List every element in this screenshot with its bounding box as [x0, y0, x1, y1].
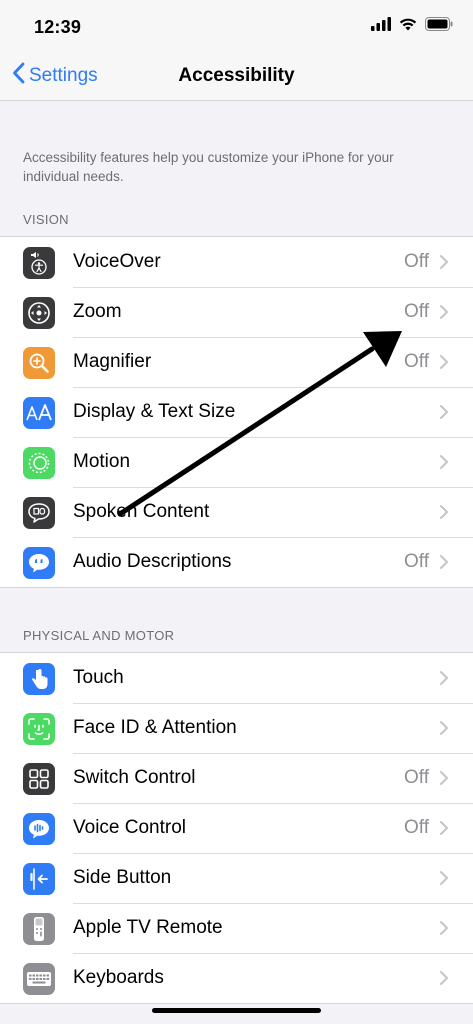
zoom-icon	[23, 297, 55, 329]
status-icons	[371, 17, 453, 36]
motion-icon	[23, 447, 55, 479]
status-time: 12:39	[34, 17, 82, 37]
keyboard-icon	[23, 963, 55, 995]
row-label: Voice Control	[73, 817, 187, 838]
home-indicator[interactable]	[152, 1008, 321, 1013]
row-label: VoiceOver	[73, 251, 161, 272]
switch-control-icon	[23, 763, 55, 795]
side-button-icon	[23, 863, 55, 895]
row-motion[interactable]: Motion	[0, 437, 473, 487]
voiceover-icon	[23, 247, 55, 279]
row-keyboards[interactable]: Keyboards	[0, 953, 473, 1003]
row-spoken-content[interactable]: Spoken Content	[0, 487, 473, 537]
row-value: Off	[404, 767, 429, 788]
row-label: Keyboards	[73, 967, 164, 988]
apple-tv-remote-icon	[23, 913, 55, 945]
row-magnifier[interactable]: Magnifier Off	[0, 337, 473, 387]
row-label: Audio Descriptions	[73, 551, 232, 572]
cellular-signal-icon	[371, 17, 391, 36]
row-voice-control[interactable]: Voice Control Off	[0, 803, 473, 853]
section-header-physical-motor: PHYSICAL AND MOTOR	[23, 628, 175, 643]
row-label: Touch	[73, 667, 124, 688]
chevron-right-icon	[440, 871, 448, 885]
row-apple-tv-remote[interactable]: Apple TV Remote	[0, 903, 473, 953]
row-label: Side Button	[73, 867, 172, 888]
row-side-button[interactable]: Side Button	[0, 853, 473, 903]
chevron-right-icon	[440, 255, 448, 269]
chevron-right-icon	[440, 405, 448, 419]
row-label: Display & Text Size	[73, 401, 236, 422]
wifi-icon	[399, 17, 417, 36]
chevron-right-icon	[440, 355, 448, 369]
row-touch[interactable]: Touch	[0, 653, 473, 703]
row-label: Face ID & Attention	[73, 717, 237, 738]
touch-icon	[23, 663, 55, 695]
battery-icon	[425, 17, 453, 36]
row-value: Off	[404, 251, 429, 272]
row-zoom[interactable]: Zoom Off	[0, 287, 473, 337]
display-text-size-icon	[23, 397, 55, 429]
chevron-right-icon	[440, 771, 448, 785]
chevron-right-icon	[440, 921, 448, 935]
chevron-right-icon	[440, 555, 448, 569]
face-id-icon	[23, 713, 55, 745]
row-audio-descriptions[interactable]: Audio Descriptions Off	[0, 537, 473, 587]
spoken-content-icon	[23, 497, 55, 529]
row-label: Magnifier	[73, 351, 152, 372]
audio-descriptions-icon	[23, 547, 55, 579]
navigation-bar: Settings Accessibility	[0, 52, 473, 101]
chevron-right-icon	[440, 671, 448, 685]
row-value: Off	[404, 551, 429, 572]
page-title: Accessibility	[178, 65, 295, 86]
row-value: Off	[404, 301, 429, 322]
row-value: Off	[404, 351, 429, 372]
row-label: Spoken Content	[73, 501, 210, 522]
magnifier-icon	[23, 347, 55, 379]
chevron-right-icon	[440, 821, 448, 835]
chevron-right-icon	[440, 455, 448, 469]
row-label: Motion	[73, 451, 131, 472]
row-face-id[interactable]: Face ID & Attention	[0, 703, 473, 753]
chevron-right-icon	[440, 721, 448, 735]
chevron-right-icon	[440, 305, 448, 319]
section-header-vision: VISION	[23, 212, 69, 227]
physical-motor-group: Touch Face ID & Attention Switch Control…	[0, 652, 473, 1004]
row-label: Zoom	[73, 301, 122, 322]
chevron-right-icon	[440, 505, 448, 519]
row-switch-control[interactable]: Switch Control Off	[0, 753, 473, 803]
row-voiceover[interactable]: VoiceOver Off	[0, 237, 473, 287]
row-label: Switch Control	[73, 767, 196, 788]
vision-group: VoiceOver Off Zoom Off Magnifier Off Dis…	[0, 236, 473, 588]
status-bar: 12:39	[0, 0, 473, 52]
row-value: Off	[404, 817, 429, 838]
page-description: Accessibility features help you customiz…	[23, 150, 394, 184]
row-display-text-size[interactable]: Display & Text Size	[0, 387, 473, 437]
row-label: Apple TV Remote	[73, 917, 223, 938]
voice-control-icon	[23, 813, 55, 845]
chevron-right-icon	[440, 971, 448, 985]
